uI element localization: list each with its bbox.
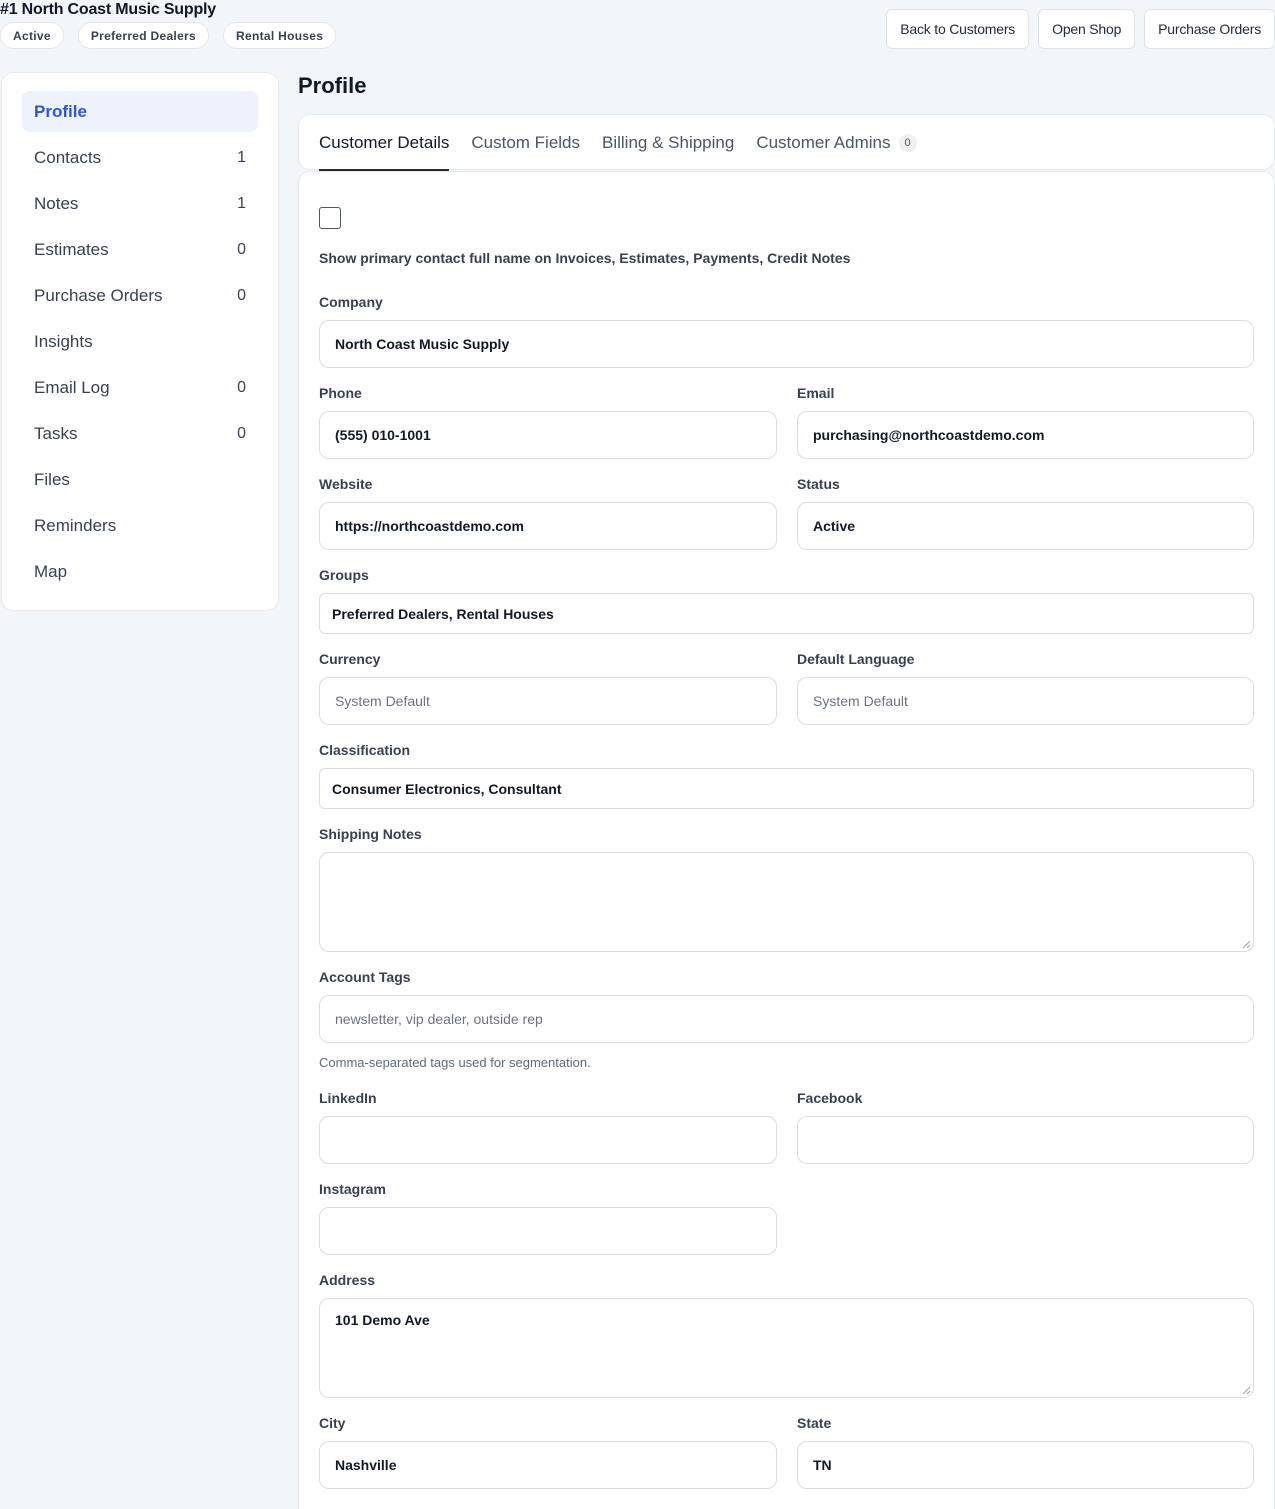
open-shop-button[interactable]: Open Shop [1038, 9, 1136, 49]
sidebar-item-tasks[interactable]: Tasks 0 [22, 413, 258, 454]
sidebar-item-label: Profile [34, 101, 87, 121]
sidebar-item-count: 1 [237, 148, 246, 166]
badge-row: Active Preferred Dealers Rental Houses [0, 22, 337, 49]
sidebar-item-label: Purchase Orders [34, 285, 163, 305]
tab-label: Customer Admins [756, 132, 891, 152]
sidebar-item-reminders[interactable]: Reminders [22, 505, 258, 546]
account-tags-input[interactable]: newsletter, vip dealer, outside rep [319, 995, 1254, 1043]
company-label: Company [319, 294, 383, 310]
profile-tabs: Customer Details Custom Fields Billing &… [298, 114, 1275, 171]
phone-input[interactable]: (555) 010-1001 [319, 411, 777, 459]
tab-billing-shipping[interactable]: Billing & Shipping [602, 115, 734, 170]
status-label: Status [797, 476, 840, 492]
sidebar-item-insights[interactable]: Insights [22, 321, 258, 362]
facebook-label: Facebook [797, 1090, 863, 1106]
status-badge: Active [0, 22, 64, 49]
sidebar-item-estimates[interactable]: Estimates 0 [22, 229, 258, 270]
tab-customer-details[interactable]: Customer Details [319, 115, 450, 171]
classification-label: Classification [319, 742, 411, 758]
sidebar-item-count: 1 [237, 194, 246, 212]
sidebar-item-contacts[interactable]: Contacts 1 [22, 137, 258, 178]
email-input[interactable]: purchasing@northcoastdemo.com [797, 411, 1254, 459]
sidebar-item-label: Estimates [34, 239, 109, 259]
sidebar-item-files[interactable]: Files [22, 459, 258, 500]
city-input[interactable]: Nashville [319, 1441, 777, 1489]
customer-title: #1 North Coast Music Supply [0, 1, 216, 18]
sidebar-item-count: 0 [237, 240, 246, 258]
language-select[interactable]: System Default [797, 677, 1254, 725]
sidebar-item-label: Map [34, 561, 68, 581]
group-badge-preferred-dealers: Preferred Dealers [77, 22, 209, 49]
groups-select[interactable]: Preferred Dealers, Rental Houses [319, 593, 1254, 634]
sidebar-item-label: Reminders [34, 515, 117, 535]
linkedin-label: LinkedIn [319, 1090, 377, 1106]
state-label: State [797, 1415, 832, 1431]
sidebar-item-purchase-orders[interactable]: Purchase Orders 0 [22, 275, 258, 316]
address-label: Address [319, 1272, 376, 1288]
sidebar-item-label: Files [34, 469, 70, 489]
sidebar-item-label: Notes [34, 193, 79, 213]
email-label: Email [797, 385, 835, 401]
sidebar-item-notes[interactable]: Notes 1 [22, 183, 258, 224]
status-select[interactable]: Active [797, 502, 1254, 550]
tab-custom-fields[interactable]: Custom Fields [471, 115, 580, 170]
sidebar-item-label: Tasks [34, 423, 78, 443]
tab-count-badge: 0 [898, 133, 917, 152]
sidebar-item-map[interactable]: Map [22, 551, 258, 592]
group-badge-rental-houses: Rental Houses [223, 22, 337, 49]
purchase-orders-button[interactable]: Purchase Orders [1144, 9, 1275, 49]
instagram-input[interactable] [319, 1207, 777, 1255]
show-contact-label: Show primary contact full name on Invoic… [319, 250, 851, 266]
currency-label: Currency [319, 651, 381, 667]
classification-select[interactable]: Consumer Electronics, Consultant [319, 768, 1254, 809]
sidebar-item-profile[interactable]: Profile [22, 91, 258, 132]
sidebar-item-label: Contacts [34, 147, 102, 167]
address-value: 101 Demo Ave [335, 1312, 430, 1328]
facebook-input[interactable] [797, 1116, 1254, 1164]
phone-label: Phone [319, 385, 362, 401]
website-input[interactable]: https://northcoastdemo.com [319, 502, 777, 550]
groups-label: Groups [319, 567, 369, 583]
sidebar-item-count: 0 [237, 286, 246, 304]
header-actions: Back to Customers Open Shop Purchase Ord… [886, 9, 1275, 49]
account-tags-help: Comma-separated tags used for segmentati… [319, 1055, 591, 1070]
sidebar-item-label: Insights [34, 331, 93, 351]
tab-customer-admins[interactable]: Customer Admins 0 [756, 115, 917, 170]
state-input[interactable]: TN [797, 1441, 1254, 1489]
profile-sidebar: Profile Contacts 1 Notes 1 Estimates 0 P… [1, 72, 279, 611]
website-label: Website [319, 476, 373, 492]
page-title: Profile [298, 73, 367, 98]
address-textarea[interactable]: 101 Demo Ave [319, 1298, 1254, 1398]
instagram-label: Instagram [319, 1181, 386, 1197]
shipping-notes-textarea[interactable] [319, 852, 1254, 952]
shipping-notes-label: Shipping Notes [319, 826, 422, 842]
account-tags-label: Account Tags [319, 969, 411, 985]
sidebar-item-count: 0 [237, 424, 246, 442]
show-contact-checkbox[interactable] [319, 207, 341, 229]
resize-handle-icon[interactable] [1242, 1386, 1251, 1395]
sidebar-item-label: Email Log [34, 377, 110, 397]
resize-handle-icon[interactable] [1242, 940, 1251, 949]
currency-select[interactable]: System Default [319, 677, 777, 725]
language-label: Default Language [797, 651, 915, 667]
company-input[interactable]: North Coast Music Supply [319, 320, 1254, 368]
linkedin-input[interactable] [319, 1116, 777, 1164]
back-to-customers-button[interactable]: Back to Customers [886, 9, 1030, 49]
city-label: City [319, 1415, 346, 1431]
customer-details-form: Show primary contact full name on Invoic… [298, 171, 1275, 1509]
sidebar-item-count: 0 [237, 378, 246, 396]
sidebar-item-email-log[interactable]: Email Log 0 [22, 367, 258, 408]
